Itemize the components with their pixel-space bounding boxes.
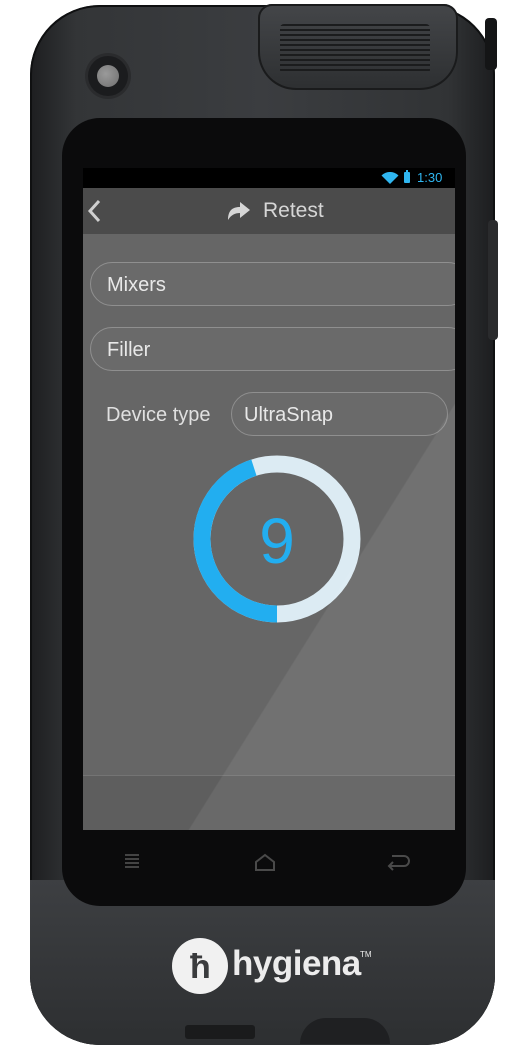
device-type-field[interactable]: UltraSnap [231,392,448,436]
camera-icon [88,56,128,96]
trademark: TM [360,950,372,959]
home-icon[interactable] [253,852,277,872]
brand-name: hygiena [232,944,361,983]
action-bar: Retest [83,188,455,234]
countdown-value: 9 [259,505,295,577]
wifi-icon [381,172,399,184]
page-title: Retest [263,199,324,222]
back-arrow-icon[interactable] [386,852,410,872]
countdown-ring: 9 [193,455,361,623]
footer-bar [83,775,455,830]
screen: 1:30 Retest Mixers Filler Device type Ul… [83,168,455,830]
side-key[interactable] [488,220,498,340]
status-time: 1:30 [417,170,443,185]
usb-port [185,1025,255,1039]
battery-icon [404,170,410,183]
logo-mark: ħ [190,948,211,986]
chevron-left-icon[interactable] [87,196,103,226]
retest-arrow-icon [228,202,250,220]
bottom-port [300,1018,390,1044]
nav-bar [83,835,455,895]
device-type-label: Device type [106,404,211,426]
location-2-field[interactable]: Filler [90,327,455,371]
location-1-field[interactable]: Mixers [90,262,455,306]
power-button[interactable] [485,18,497,70]
menu-icon[interactable] [123,852,141,870]
speaker-grille [280,24,430,74]
status-bar: 1:30 [83,168,455,188]
